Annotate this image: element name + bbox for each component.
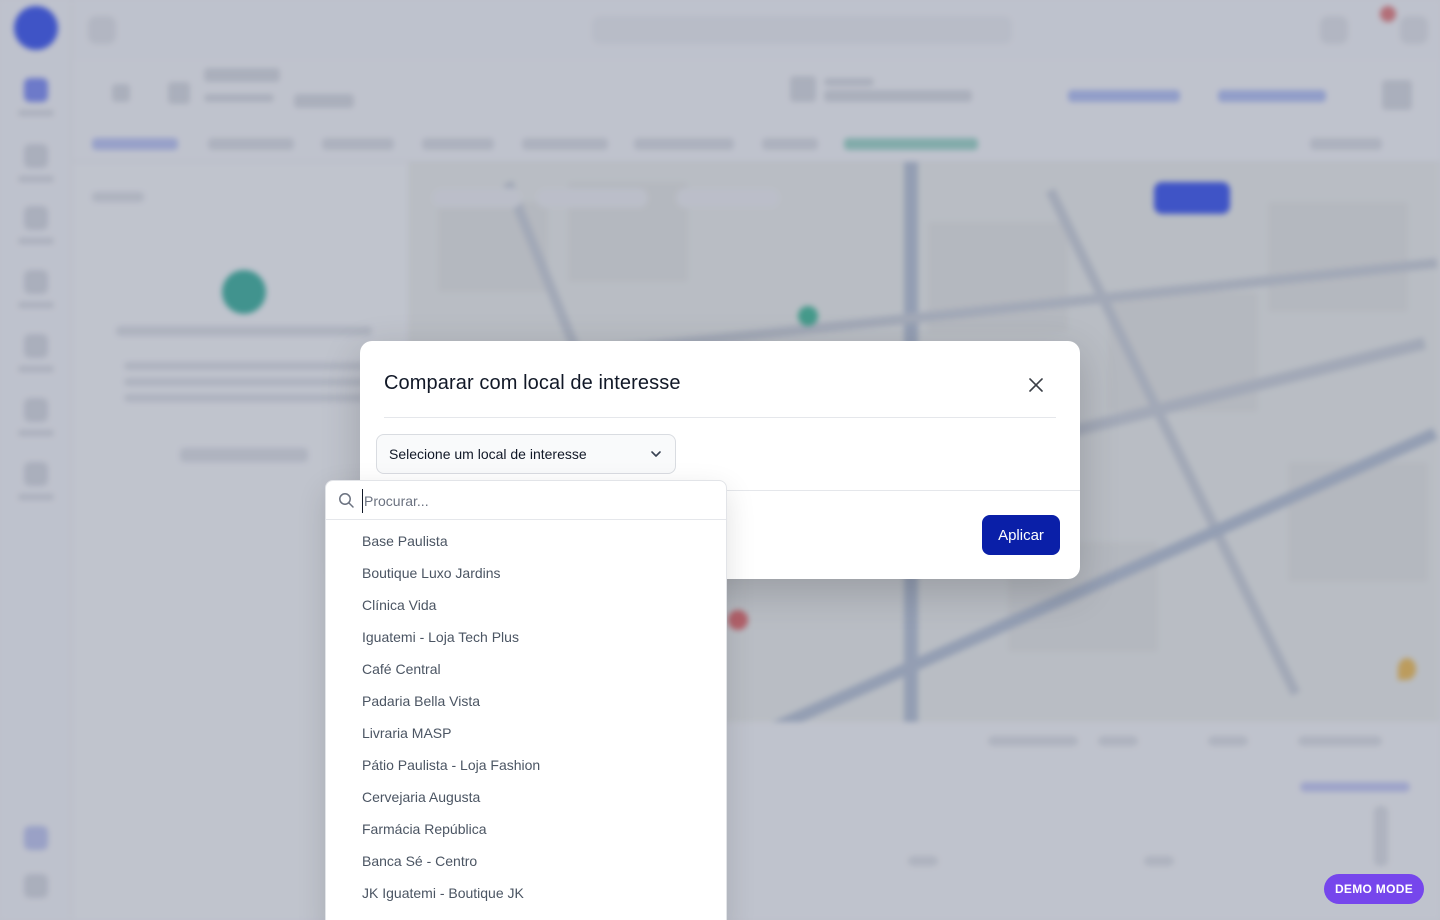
option-item[interactable]: Base Paulista (326, 525, 726, 557)
option-item[interactable]: JK Iguatemi - Boutique JK (326, 877, 726, 909)
location-select[interactable]: Selecione um local de interesse (376, 434, 676, 474)
dropdown-search (326, 481, 726, 520)
option-item[interactable]: Iguatemi - Loja Tech Plus (326, 621, 726, 653)
search-input[interactable] (362, 489, 702, 513)
close-icon (1029, 378, 1043, 392)
option-item[interactable]: Pátio Paulista - Loja Fashion (326, 749, 726, 781)
option-item[interactable]: Cervejaria Augusta (326, 781, 726, 813)
option-item[interactable]: Clínica Vida (326, 589, 726, 621)
search-icon (339, 493, 354, 508)
location-dropdown: Base Paulista Boutique Luxo Jardins Clín… (325, 480, 727, 920)
option-item[interactable]: Restaurante Mooca (326, 909, 726, 920)
chevron-down-icon (651, 451, 661, 457)
option-item[interactable]: Padaria Bella Vista (326, 685, 726, 717)
option-item[interactable]: Livraria MASP (326, 717, 726, 749)
modal-title: Comparar com local de interesse (384, 372, 681, 394)
close-button[interactable] (1022, 371, 1050, 399)
option-item[interactable]: Banca Sé - Centro (326, 845, 726, 877)
apply-button[interactable]: Aplicar (982, 515, 1060, 555)
select-value: Selecione um local de interesse (389, 446, 587, 462)
option-item[interactable]: Boutique Luxo Jardins (326, 557, 726, 589)
option-item[interactable]: Farmácia República (326, 813, 726, 845)
demo-mode-badge: DEMO MODE (1324, 874, 1424, 904)
option-item[interactable]: Café Central (326, 653, 726, 685)
divider (384, 417, 1056, 418)
option-list: Base Paulista Boutique Luxo Jardins Clín… (326, 525, 726, 920)
